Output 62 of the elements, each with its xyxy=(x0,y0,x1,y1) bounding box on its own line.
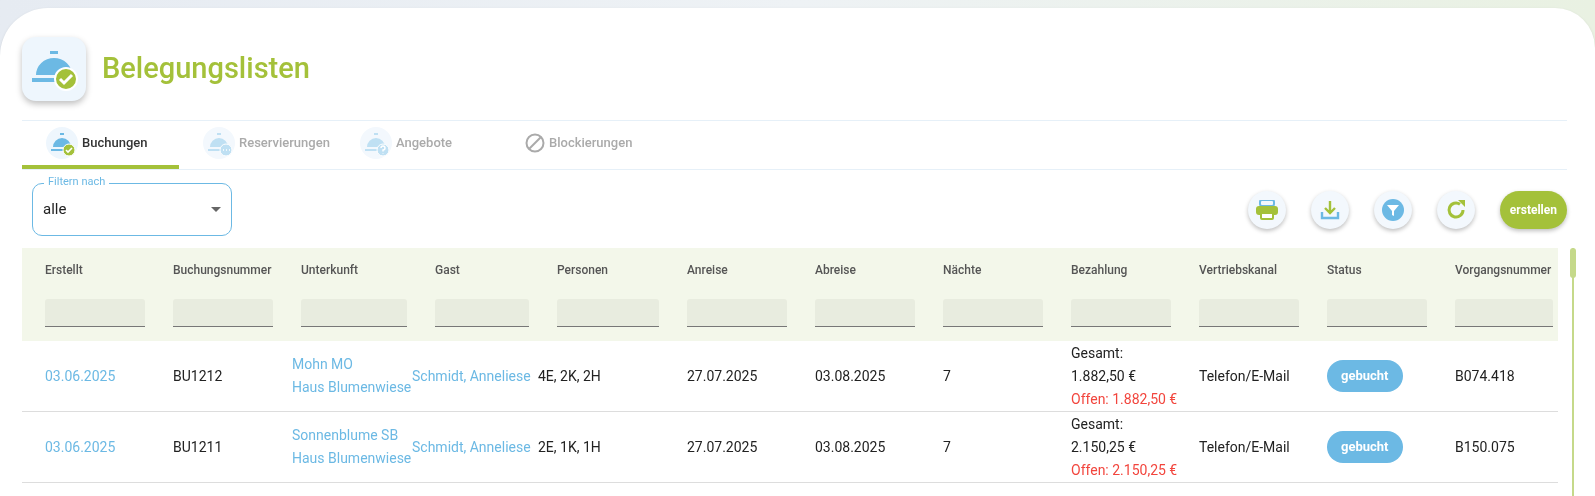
column-filter-field[interactable] xyxy=(435,299,529,327)
column-filter-field[interactable] xyxy=(1199,299,1299,327)
column-header[interactable]: Buchungsnummer xyxy=(173,261,273,279)
refresh-icon xyxy=(1444,198,1467,221)
column-filter-field[interactable] xyxy=(557,299,659,327)
table-cell: 7 xyxy=(943,368,951,384)
payment-label: Gesamt: xyxy=(1071,414,1124,434)
column-header[interactable]: Gast xyxy=(435,261,529,279)
prohibited-icon xyxy=(525,133,545,153)
column-filter-field[interactable] xyxy=(45,299,145,327)
column-header[interactable]: Personen xyxy=(557,261,659,279)
column-header[interactable]: Abreise xyxy=(815,261,915,279)
service-bell-icon xyxy=(203,127,235,159)
service-bell-icon xyxy=(360,127,392,159)
printer-icon xyxy=(1255,199,1278,220)
download-button[interactable] xyxy=(1310,190,1349,229)
tab[interactable]: Buchungen xyxy=(22,121,179,169)
column-header[interactable]: Bezahlung xyxy=(1071,261,1171,279)
column-filter-field[interactable] xyxy=(1455,299,1553,327)
table-cell: B074.418 xyxy=(1455,368,1515,384)
payment-total: 2.150,25 € xyxy=(1071,437,1136,457)
payment-open: Offen: 1.882,50 € xyxy=(1071,389,1178,409)
payment-label: Gesamt: xyxy=(1071,343,1124,363)
status-badge: gebucht xyxy=(1327,431,1403,463)
table-cell: BU1212 xyxy=(173,368,223,384)
table-cell: Telefon/E-Mail xyxy=(1199,368,1290,384)
payment-total: 1.882,50 € xyxy=(1071,366,1136,386)
table-cell: 03.08.2025 xyxy=(815,439,886,455)
page-title: Belegungslisten xyxy=(102,50,310,88)
table-cell: 2E, 1K, 1H xyxy=(538,439,601,455)
column-filter-field[interactable] xyxy=(173,299,273,327)
table-cell: 7 xyxy=(943,439,951,455)
refresh-button[interactable] xyxy=(1436,190,1475,229)
download-icon xyxy=(1319,199,1340,220)
column-header[interactable]: Anreise xyxy=(687,261,787,279)
table-cell: 4E, 2K, 2H xyxy=(538,368,601,384)
table-cell: 27.07.2025 xyxy=(687,368,758,384)
table-cell: 27.07.2025 xyxy=(687,439,758,455)
filter-icon xyxy=(1381,198,1404,221)
column-header[interactable]: Vertriebskanal xyxy=(1199,261,1299,279)
column-header[interactable]: Erstellt xyxy=(45,261,145,279)
table-cell: B150.075 xyxy=(1455,439,1515,455)
filter-button[interactable] xyxy=(1373,190,1412,229)
payment-open: Offen: 2.150,25 € xyxy=(1071,460,1178,480)
column-filter-field[interactable] xyxy=(301,299,407,327)
table-cell: Telefon/E-Mail xyxy=(1199,439,1290,455)
column-header[interactable]: Nächte xyxy=(943,261,1043,279)
column-header[interactable]: Vorgangsnummer xyxy=(1455,261,1553,279)
column-header[interactable]: Status xyxy=(1327,261,1427,279)
column-filter-field[interactable] xyxy=(1327,299,1427,327)
status-badge: gebucht xyxy=(1327,360,1403,392)
table-cell: BU1211 xyxy=(173,439,223,455)
scrollbar-thumb[interactable] xyxy=(1570,248,1576,278)
table-cell: 03.08.2025 xyxy=(815,368,886,384)
column-header[interactable]: Unterkunft xyxy=(301,261,407,279)
column-filter-field[interactable] xyxy=(815,299,915,327)
column-filter-field[interactable] xyxy=(1071,299,1171,327)
print-button[interactable] xyxy=(1247,190,1286,229)
column-filter-field[interactable] xyxy=(687,299,787,327)
column-filter-field[interactable] xyxy=(943,299,1043,327)
service-bell-icon xyxy=(46,127,78,159)
dropdown-caret-icon xyxy=(211,207,221,212)
